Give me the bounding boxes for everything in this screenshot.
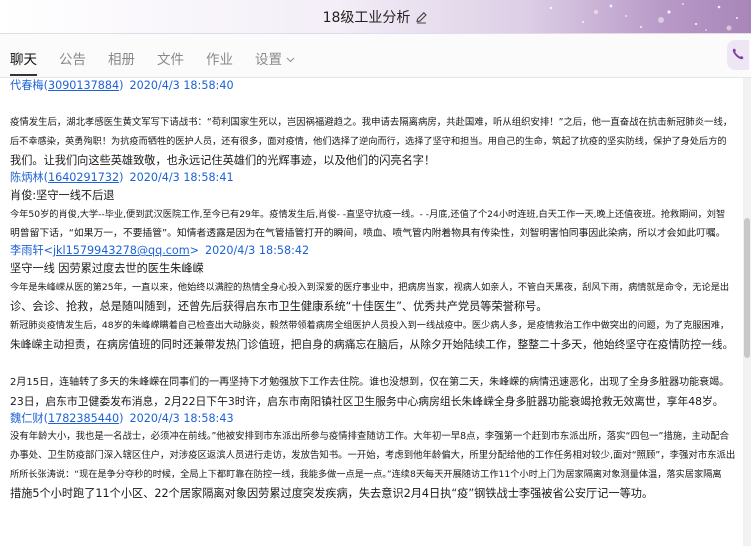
sender-name[interactable]: 代春梅	[10, 79, 44, 92]
window-title-bar: 18级工业分析	[0, 0, 751, 34]
message-header: 代春梅(3090137884) 2020/4/3 18:58:40	[10, 79, 234, 92]
tab-homework[interactable]: 作业	[206, 48, 233, 76]
sender-id-link[interactable]: 1640291732	[48, 171, 119, 184]
message-text-line: 朱峰嵘主动担责，在病房值班的同时还兼带发热门诊值班，把自身的病痛忘在脑后，从除夕…	[10, 338, 734, 351]
message-header: 李雨轩<jkl1579943278@qq.com> 2020/4/3 18:58:…	[10, 244, 310, 257]
message: 魏仁财(1782385440) 2020/4/3 18:58:43 没有年龄大小，…	[10, 411, 735, 503]
message: 代春梅(3090137884) 2020/4/3 18:58:40 疫情发生后，湖…	[10, 78, 735, 170]
message-text-line: 没有年龄大小，我也是一名战士，必须冲在前线。”他被安排到市东派出所参与疫情排查随…	[10, 431, 729, 442]
window-title: 18级工业分析	[322, 10, 411, 26]
group-tab-bar: 聊天 公告 相册 文件 作业 设置	[0, 34, 751, 78]
sender-name[interactable]: 魏仁财	[10, 412, 44, 425]
tab-settings[interactable]: 设置	[255, 48, 295, 76]
message-text-line: 我们。让我们向这些英雄致敬，也永远记住英雄们的光辉事迹，以及他们的闪亮名字！	[10, 154, 436, 167]
message-time: 2020/4/3 18:58:40	[129, 79, 234, 92]
chevron-down-icon	[286, 51, 295, 67]
scrollbar-thumb[interactable]	[744, 218, 750, 358]
message-text-line: 新冠肺炎疫情发生后，48岁的朱峰嵘瞒着自己检查出大动脉炎，毅然带领着病房全组医护…	[10, 320, 730, 331]
message-text-line: 坚守一线 因劳累过度去世的医生朱峰嵘	[10, 262, 204, 275]
message-time: 2020/4/3 18:58:43	[129, 412, 234, 425]
message: 李雨轩<jkl1579943278@qq.com> 2020/4/3 18:58:…	[10, 243, 735, 411]
message-text-line: 今年50岁的肖俊,大学--毕业,便到武汉医院工作,至今已有29年。疫情发生后,肖…	[10, 209, 726, 220]
sender-id-link[interactable]: 1782385440	[48, 412, 119, 425]
message-text-line: 23日，启东市卫健委发布消息，2月22日下午3时许，启东市南阳镇社区卫生服务中心…	[10, 395, 724, 408]
sender-id-link[interactable]: 3090137884	[48, 79, 119, 92]
message-text-line: 今年是朱峰嵘从医的第25年，一直以来，他始终以满腔的热情全身心投入到深爱的医疗事…	[10, 282, 730, 293]
edit-title-icon[interactable]	[415, 11, 428, 28]
sender-email-link[interactable]: jkl1579943278@qq.com	[53, 244, 190, 257]
chat-scrollbar[interactable]	[743, 78, 751, 546]
message-time: 2020/4/3 18:58:41	[129, 171, 234, 184]
message-time: 2020/4/3 18:58:42	[205, 244, 310, 257]
message-text-line: 明曾留下话，“如果万一，不要插管”。知情者透露是因为在气管插管打开的瞬间，喷血、…	[10, 228, 726, 239]
tab-chat[interactable]: 聊天	[10, 48, 37, 76]
message-text-line: 2月15日，连轴转了多天的朱峰嵘在同事们的一再坚持下才勉强放下工作去住院。谁也没…	[10, 377, 730, 388]
chat-message-list[interactable]: 代春梅(3090137884) 2020/4/3 18:58:40 疫情发生后，湖…	[0, 78, 743, 546]
call-button[interactable]	[727, 40, 749, 70]
message-text-line: 肖俊:坚守一线不后退	[10, 189, 115, 202]
tab-announcements[interactable]: 公告	[59, 48, 86, 76]
tab-album[interactable]: 相册	[108, 48, 135, 76]
message: 陈炳林(1640291732) 2020/4/3 18:58:41 肖俊:坚守一线…	[10, 170, 735, 243]
sender-name[interactable]: 李雨轩	[10, 244, 44, 257]
message-text-line: 疫情发生后，湖北孝感医生黄文军写下请战书：“苟利国家生死以，岂因祸福避趋之。我申…	[10, 117, 733, 128]
message-header: 魏仁财(1782385440) 2020/4/3 18:58:43	[10, 412, 234, 425]
message-text-line: 办事处、卫生防疫部门深入辖区住户，对涉疫区返滨人员进行走访，发放告知书。一开始，…	[10, 450, 736, 461]
sender-name[interactable]: 陈炳林	[10, 171, 44, 184]
message-text-line: 所所长张涛说：“现在是争分夺秒的时候，全局上下都盯靠在防控一线，我能多做一点是一…	[10, 469, 722, 480]
tab-files[interactable]: 文件	[157, 48, 184, 76]
message-text-line: 诊、会诊、抢救，总是随叫随到，还曾先后获得启东市卫生健康系统“十佳医生”、优秀共…	[10, 300, 548, 313]
message-header: 陈炳林(1640291732) 2020/4/3 18:58:41	[10, 171, 234, 184]
message-text-line: 后不幸感染，英勇殉职！为抗疫而牺牲的医护人员，还有很多，面对疫情，他们选择了逆向…	[10, 136, 727, 147]
message-text-line: 措施5个小时跑了11个小区、22个居家隔离对象因劳累过度突发疾病，失去意识2月4…	[10, 487, 654, 500]
phone-icon	[731, 46, 745, 65]
